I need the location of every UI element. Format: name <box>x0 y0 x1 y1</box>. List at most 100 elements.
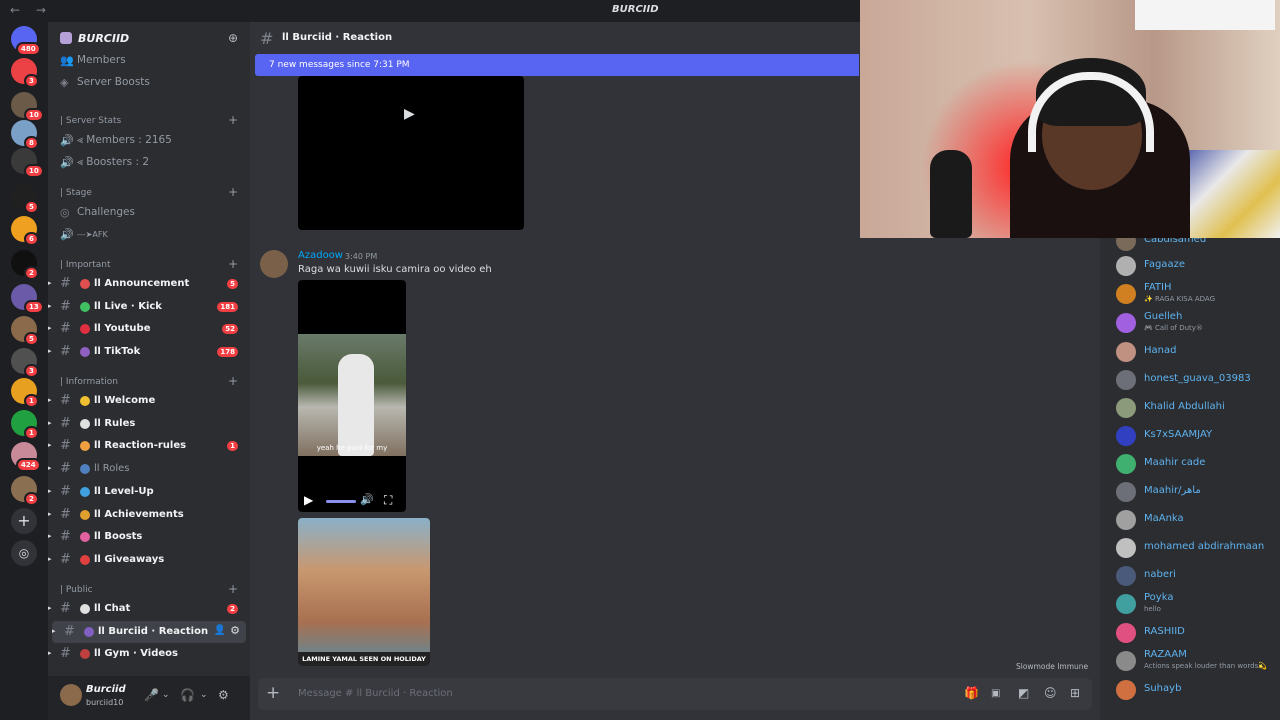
member-name: FATIH <box>1144 282 1172 293</box>
add-channel-icon[interactable]: + <box>228 113 238 127</box>
channel-item[interactable]: ▸ # ll Gym · Videos <box>48 643 250 665</box>
channel-item[interactable]: ▸ # ll Boosts <box>48 526 250 548</box>
sticker-icon[interactable]: ◩ <box>1018 686 1029 700</box>
channel-emoji-icon <box>80 532 90 543</box>
add-channel-icon[interactable]: + <box>228 257 238 271</box>
gift-icon[interactable]: 🎁 <box>964 686 979 700</box>
channel-item[interactable]: ▸ # ll Announcement 5 <box>48 273 250 295</box>
member-item[interactable]: Fagaaze <box>1100 253 1280 281</box>
member-item[interactable]: RAZAAM Actions speak louder than words💫 <box>1100 648 1280 676</box>
chevron-down-icon[interactable]: ⌄ <box>200 690 208 700</box>
channel-item[interactable]: ▸ # ll Giveaways <box>48 549 250 571</box>
channel-afk[interactable]: 🔊 ---➤AFK <box>48 223 250 245</box>
stage-icon: ◎ <box>60 206 70 219</box>
channel-label: ---➤AFK <box>77 230 108 239</box>
member-item[interactable]: mohamed abdirahmaan <box>1100 535 1280 563</box>
message-composer[interactable]: + Message # ll Burciid · Reaction 🎁 ▣ ◩ … <box>258 678 1092 710</box>
member-name: Fagaaze <box>1144 259 1185 270</box>
channel-item[interactable]: ▸ # ll Achievements <box>48 504 250 526</box>
member-item[interactable]: Ks7xSAAMJAY <box>1100 423 1280 451</box>
member-item[interactable]: Maahir cade <box>1100 451 1280 479</box>
invite-icon[interactable]: 👤 <box>214 625 226 636</box>
play-icon[interactable]: ▶ <box>404 106 415 122</box>
member-item[interactable]: Khalid Abdullahi <box>1100 395 1280 423</box>
member-item[interactable]: Maahir/ماهر <box>1100 479 1280 507</box>
hash-icon: # <box>60 276 71 291</box>
channel-members[interactable]: 👥 Members <box>48 49 250 71</box>
video-attachment[interactable]: yeah he paid for my ▶ 🔊 ⛶ <box>298 280 406 512</box>
play-icon[interactable]: ▶ <box>304 493 313 507</box>
channel-item[interactable]: ▸ # ll Chat 2 <box>48 598 250 620</box>
message-author[interactable]: Azadoow <box>298 250 343 261</box>
emoji-icon[interactable]: ☺ <box>1044 686 1057 700</box>
channel-challenges[interactable]: ◎ Challenges <box>48 201 250 223</box>
add-server-icon[interactable]: + <box>11 508 37 534</box>
channel-label: Members <box>77 54 126 66</box>
message-input[interactable]: Message # ll Burciid · Reaction <box>298 688 453 699</box>
channel-item[interactable]: ▸ # ll Live · Kick 181 <box>48 296 250 318</box>
category-stage[interactable]: | Stage + <box>48 184 250 202</box>
category-server-stats[interactable]: | Server Stats + <box>48 112 250 130</box>
add-channel-icon[interactable]: + <box>228 582 238 596</box>
category-label: | Information <box>60 377 118 387</box>
fullscreen-icon[interactable]: ⛶ <box>384 493 392 508</box>
unread-indicator: ▸ <box>48 554 52 563</box>
discover-icon[interactable]: ◎ <box>11 540 37 566</box>
add-channel-icon[interactable]: + <box>228 185 238 199</box>
category-important[interactable]: | Important + <box>48 256 250 274</box>
channel-label: ll Youtube <box>94 323 151 335</box>
channel-item[interactable]: ▸ # ll Youtube 52 <box>48 318 250 340</box>
channel-emoji-icon <box>80 649 90 660</box>
channel-label: ll Burciid · Reaction <box>98 625 209 637</box>
microphone-icon[interactable]: 🎤 <box>144 688 159 702</box>
member-item[interactable]: naberi <box>1100 563 1280 591</box>
gif-icon[interactable]: ▣ <box>991 688 1000 699</box>
hash-icon: # <box>60 529 71 545</box>
add-user-icon[interactable]: ⊕ <box>228 31 238 45</box>
nav-arrows[interactable]: ← → <box>10 3 52 17</box>
channel-item[interactable]: ▸ # ll Burciid · Reaction 👤 ⚙ <box>52 620 246 643</box>
channel-item[interactable]: ▸ # ll Level-Up <box>48 481 250 503</box>
member-item[interactable]: Suhayb <box>1100 677 1280 705</box>
add-channel-icon[interactable]: + <box>228 374 238 388</box>
member-item[interactable]: honest_guava_03983 <box>1100 367 1280 395</box>
chevron-down-icon[interactable]: ⌄ <box>162 690 170 700</box>
hash-icon: # <box>60 551 71 567</box>
hash-icon: # <box>60 438 71 454</box>
add-attachment-icon[interactable]: + <box>266 683 280 703</box>
channel-item[interactable]: ▸ # ll Welcome <box>48 390 250 412</box>
member-item[interactable]: MaAnka <box>1100 507 1280 535</box>
volume-icon[interactable]: 🔊 <box>360 493 374 506</box>
channel-item[interactable]: ▸ # ll Rules <box>48 413 250 435</box>
member-item[interactable]: Hanad <box>1100 339 1280 367</box>
channel-member-count[interactable]: 🔊 ⪡ Members : 2165 <box>48 129 250 151</box>
volume-slider[interactable] <box>326 500 356 503</box>
video-attachment[interactable]: ▶ <box>298 76 524 230</box>
category-public[interactable]: | Public + <box>48 581 250 599</box>
avatar[interactable] <box>60 684 82 706</box>
avatar[interactable] <box>260 250 288 278</box>
gear-icon[interactable]: ⚙ <box>218 688 229 702</box>
member-item[interactable]: Guelleh 🎮 Call of Duty® <box>1100 310 1280 338</box>
channel-label: Server Boosts <box>77 76 150 88</box>
channel-label: ll Giveaways <box>94 553 165 565</box>
channel-item[interactable]: ▸ # ll Reaction-rules 1 <box>48 435 250 457</box>
image-attachment[interactable]: LAMINE YAMAL SEEN ON HOLIDAY <box>298 518 430 666</box>
member-item[interactable]: RASHIID <box>1100 620 1280 648</box>
gear-icon[interactable]: ⚙ <box>230 624 240 637</box>
channel-booster-count[interactable]: 🔊 ⪡ Boosters : 2 <box>48 151 250 173</box>
hash-icon: # <box>60 506 71 522</box>
channel-item[interactable]: ▸ # ll TikTok 178 <box>48 341 250 363</box>
channel-item[interactable]: ▸ # ll Roles <box>48 458 250 480</box>
unread-indicator: ▸ <box>48 441 52 450</box>
category-information[interactable]: | Information + <box>48 373 250 391</box>
new-messages-bar[interactable]: 7 new messages since 7:31 PM <box>255 54 859 76</box>
avatar <box>1116 454 1136 474</box>
headphones-icon[interactable]: 🎧 <box>180 688 195 702</box>
apps-icon[interactable]: ⊞ <box>1070 686 1080 700</box>
channel-server-boosts[interactable]: ◈ Server Boosts <box>48 71 250 93</box>
member-item[interactable]: Poyka hello <box>1100 591 1280 619</box>
message-timestamp: 3:40 PM <box>345 252 378 261</box>
unread-indicator: ▸ <box>52 626 56 635</box>
member-item[interactable]: FATIH ✨ RAGA KISA ADAG <box>1100 281 1280 309</box>
